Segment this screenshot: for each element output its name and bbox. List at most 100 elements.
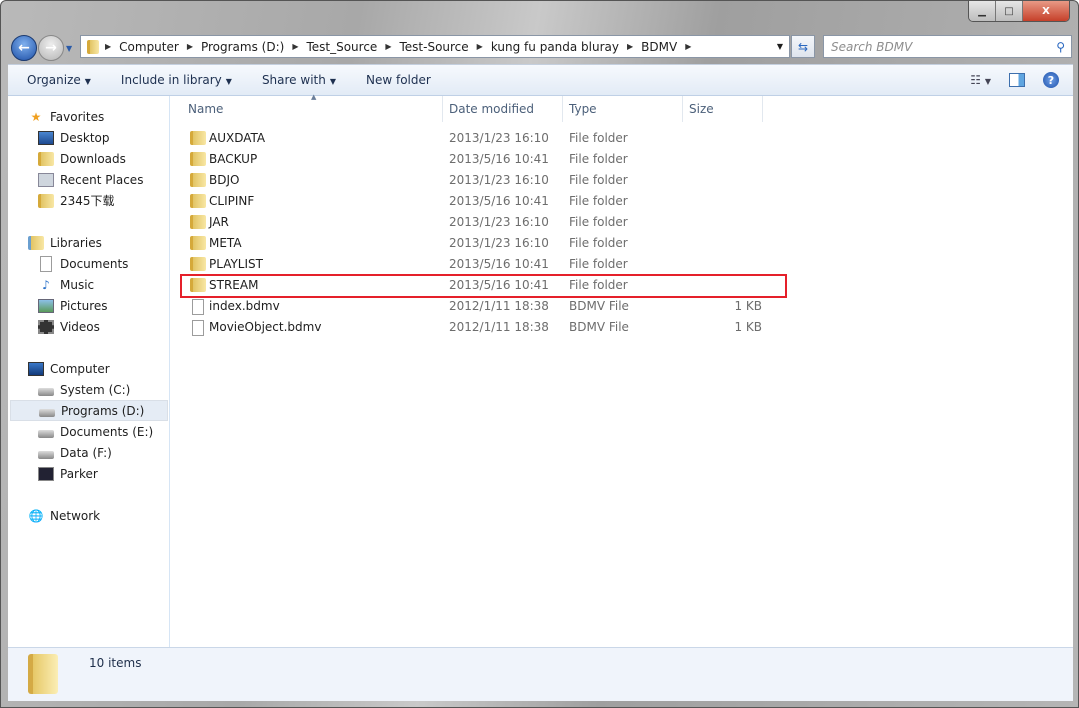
sidebar-item-pictures[interactable]: Pictures — [38, 295, 198, 316]
organize-label: Organize — [27, 73, 81, 87]
file-date: 2012/1/11 18:38 — [449, 299, 549, 313]
chevron-down-icon: ▼ — [84, 77, 91, 86]
sidebar-item-music[interactable]: ♪ Music — [38, 274, 198, 295]
forward-button[interactable]: → — [38, 35, 64, 61]
sidebar-item-videos[interactable]: Videos — [38, 316, 198, 337]
sidebar-item-system-c[interactable]: System (C:) — [38, 379, 198, 400]
highlight-box — [180, 274, 787, 298]
column-divider[interactable] — [762, 96, 763, 122]
file-date: 2013/5/16 10:41 — [449, 257, 549, 271]
sidebar-item-2345-downloads[interactable]: 2345下载 — [38, 190, 198, 211]
chevron-right-icon[interactable]: ▶ — [187, 42, 193, 51]
breadcrumb-kung-fu-panda[interactable]: kung fu panda bluray — [491, 40, 619, 54]
desktop-icon — [38, 130, 54, 145]
navigation-pane: ★ Favorites Desktop Downloads Recent Plac… — [8, 96, 170, 647]
sidebar-item-desktop[interactable]: Desktop — [38, 127, 198, 148]
file-name: JAR — [209, 215, 229, 229]
sidebar-item-parker[interactable]: Parker — [38, 463, 198, 484]
file-row[interactable]: BACKUP 2013/5/16 10:41 File folder — [188, 149, 788, 170]
breadcrumb-programs[interactable]: Programs (D:) — [201, 40, 284, 54]
sidebar-item-data-f[interactable]: Data (F:) — [38, 442, 198, 463]
column-date-modified[interactable]: Date modified — [449, 102, 534, 116]
breadcrumb-test-source-2[interactable]: Test-Source — [399, 40, 468, 54]
view-options-icon[interactable]: ☷ ▼ — [970, 73, 991, 87]
sidebar-item-recent-places[interactable]: Recent Places — [38, 169, 198, 190]
sort-ascending-icon: ▲ — [311, 93, 317, 101]
column-divider[interactable] — [442, 96, 443, 122]
back-button[interactable]: ← — [11, 35, 37, 61]
chevron-right-icon[interactable]: ▶ — [292, 42, 298, 51]
folder-icon — [190, 194, 206, 208]
help-icon[interactable]: ? — [1043, 72, 1059, 88]
column-divider[interactable] — [682, 96, 683, 122]
address-dropdown-icon[interactable]: ▼ — [777, 42, 783, 51]
column-divider[interactable] — [562, 96, 563, 122]
new-folder-button[interactable]: New folder — [366, 73, 431, 87]
breadcrumb-bdmv[interactable]: BDMV — [641, 40, 677, 54]
file-name: META — [209, 236, 242, 250]
sidebar-item-documents[interactable]: Documents — [38, 253, 198, 274]
sidebar-label: Pictures — [60, 298, 108, 313]
file-type: File folder — [569, 236, 628, 250]
file-date: 2013/1/23 16:10 — [449, 131, 549, 145]
close-button[interactable]: X — [1023, 1, 1069, 21]
details-pane: 10 items — [8, 647, 1073, 701]
file-icon — [192, 299, 204, 315]
file-size: 1 KB — [734, 320, 762, 334]
folder-icon — [190, 152, 206, 166]
sidebar-label: Favorites — [50, 109, 105, 124]
folder-icon — [190, 257, 206, 271]
file-row[interactable]: META 2013/1/23 16:10 File folder — [188, 233, 788, 254]
chevron-right-icon[interactable]: ▶ — [477, 42, 483, 51]
sidebar-network[interactable]: 🌐 Network — [28, 505, 188, 526]
file-row[interactable]: JAR 2013/1/23 16:10 File folder — [188, 212, 788, 233]
share-with-button[interactable]: Share with ▼ — [262, 73, 336, 87]
network-icon: 🌐 — [28, 508, 44, 523]
file-date: 2012/1/11 18:38 — [449, 320, 549, 334]
column-name[interactable]: Name — [188, 102, 223, 116]
column-size[interactable]: Size — [689, 102, 714, 116]
file-row[interactable]: AUXDATA 2013/1/23 16:10 File folder — [188, 128, 788, 149]
search-icon[interactable]: ⚲ — [1056, 40, 1065, 54]
sidebar-favorites[interactable]: ★ Favorites — [28, 106, 188, 127]
file-row[interactable]: BDJO 2013/1/23 16:10 File folder — [188, 170, 788, 191]
file-row[interactable]: CLIPINF 2013/5/16 10:41 File folder — [188, 191, 788, 212]
sidebar-label: Videos — [60, 319, 100, 334]
file-row[interactable]: PLAYLIST 2013/5/16 10:41 File folder — [188, 254, 788, 275]
maximize-button[interactable]: □ — [996, 1, 1023, 21]
sidebar-libraries[interactable]: Libraries — [28, 232, 188, 253]
sidebar-item-documents-e[interactable]: Documents (E:) — [38, 421, 198, 442]
item-count: 10 items — [89, 656, 142, 670]
breadcrumb-test-source[interactable]: Test_Source — [306, 40, 377, 54]
recent-pages-dropdown[interactable]: ▼ — [66, 44, 72, 53]
sidebar-label: Parker — [60, 466, 98, 481]
file-date: 2013/5/16 10:41 — [449, 152, 549, 166]
refresh-button[interactable]: ⇆ — [791, 35, 815, 58]
preview-pane-icon[interactable] — [1009, 73, 1025, 87]
file-name: AUXDATA — [209, 131, 266, 145]
chevron-right-icon[interactable]: ▶ — [627, 42, 633, 51]
file-name: MovieObject.bdmv — [209, 320, 322, 334]
file-row[interactable]: MovieObject.bdmv 2012/1/11 18:38 BDMV Fi… — [188, 317, 788, 338]
search-input[interactable]: Search BDMV ⚲ — [823, 35, 1072, 58]
organize-button[interactable]: Organize ▼ — [27, 73, 91, 87]
sidebar-item-programs-d[interactable]: Programs (D:) — [10, 400, 168, 421]
sidebar-label: Documents — [60, 256, 129, 271]
sidebar-item-downloads[interactable]: Downloads — [38, 148, 198, 169]
chevron-right-icon[interactable]: ▶ — [685, 42, 691, 51]
chevron-right-icon[interactable]: ▶ — [385, 42, 391, 51]
breadcrumb-computer[interactable]: Computer — [119, 40, 179, 54]
chevron-down-icon: ▼ — [329, 77, 336, 86]
file-name: BDJO — [209, 173, 240, 187]
file-type: File folder — [569, 215, 628, 229]
file-row[interactable]: index.bdmv 2012/1/11 18:38 BDMV File 1 K… — [188, 296, 788, 317]
address-bar[interactable]: ▶ Computer ▶ Programs (D:) ▶ Test_Source ▶ … — [80, 35, 790, 58]
minimize-button[interactable]: ▁ — [969, 1, 996, 21]
sidebar-computer[interactable]: Computer — [28, 358, 188, 379]
chevron-right-icon[interactable]: ▶ — [105, 42, 111, 51]
pictures-icon — [38, 298, 54, 313]
include-in-library-button[interactable]: Include in library ▼ — [121, 73, 232, 87]
folder-icon — [190, 236, 206, 250]
file-type: File folder — [569, 131, 628, 145]
column-type[interactable]: Type — [569, 102, 597, 116]
